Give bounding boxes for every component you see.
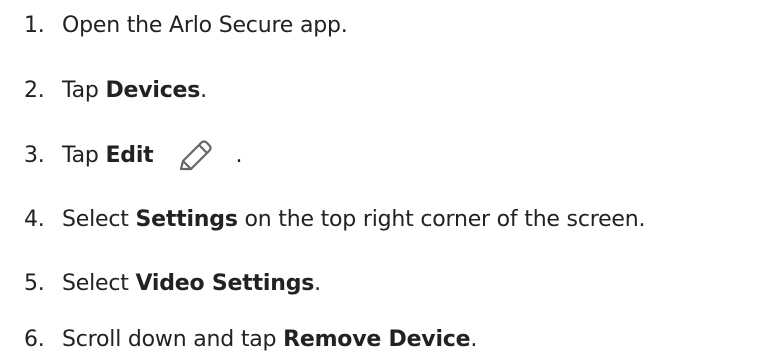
step-number: 6. <box>24 327 45 352</box>
step-number: 1. <box>24 13 45 38</box>
step-5: 5. Select Video Settings . <box>0 262 321 306</box>
step-text-end: on the top right corner of the screen. <box>237 207 646 232</box>
step-text: Open the Arlo Secure app. <box>62 13 348 38</box>
pencil-icon <box>177 139 213 173</box>
step-text: Scroll down and tap <box>62 327 284 352</box>
step-text: Tap <box>62 78 106 103</box>
step-emphasis: Settings <box>135 207 238 232</box>
step-text: Select <box>62 207 136 232</box>
step-3: 3. Tap Edit . <box>0 134 242 178</box>
step-emphasis: Video Settings <box>135 271 315 296</box>
step-number: 3. <box>24 143 45 168</box>
step-text: Select <box>62 271 136 296</box>
step-emphasis: Remove Device <box>283 327 471 352</box>
step-number: 2. <box>24 78 45 103</box>
step-emphasis: Edit <box>105 143 154 168</box>
step-4: 4. Select Settings on the top right corn… <box>0 198 645 242</box>
step-text: Tap <box>62 143 106 168</box>
step-1: 1. Open the Arlo Secure app. <box>0 4 348 48</box>
step-number: 5. <box>24 271 45 296</box>
step-number: 4. <box>24 207 45 232</box>
step-text-end: . <box>314 271 321 296</box>
step-2: 2. Tap Devices . <box>0 69 207 113</box>
step-text-end: . <box>200 78 207 103</box>
step-6: 6. Scroll down and tap Remove Device . <box>0 318 477 362</box>
step-text-end: . <box>470 327 478 352</box>
step-emphasis: Devices <box>105 78 201 103</box>
step-text-end: . <box>235 143 243 168</box>
instruction-steps: 1. Open the Arlo Secure app. 2. Tap Devi… <box>0 0 757 364</box>
